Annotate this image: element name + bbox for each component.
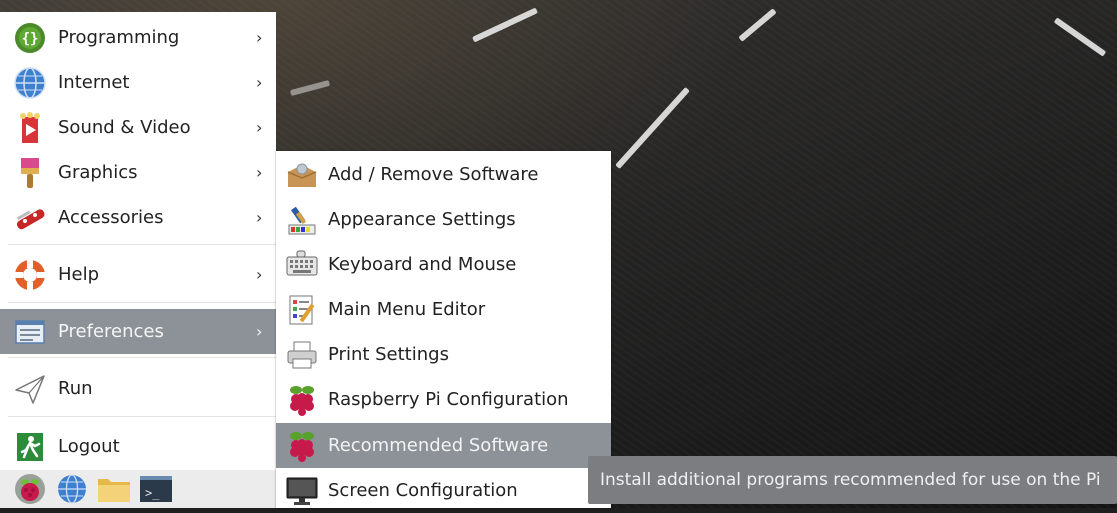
menu-item-help[interactable]: Help › [0,252,276,297]
help-icon [12,257,48,293]
submenu-item-appearance-settings[interactable]: Appearance Settings [276,197,611,242]
menu-item-label: Internet [58,72,130,93]
menu-item-label: Logout [58,436,120,457]
submenu-item-label: Print Settings [328,344,449,365]
terminal-prompt: >_ [145,486,160,500]
submenu-arrow-icon: › [256,208,263,227]
package-icon [284,157,320,193]
printer-icon [284,337,320,373]
submenu-item-label: Main Menu Editor [328,299,486,320]
svg-text:{}: {} [22,31,39,47]
submenu-item-recommended-software[interactable]: Recommended Software [276,423,611,468]
keyboard-icon [284,247,320,283]
application-menu: {} Programming › Internet › Sound & Vide… [0,12,276,470]
menu-divider [8,357,276,358]
submenu-arrow-icon: › [256,265,263,284]
menu-item-label: Graphics [58,162,138,183]
road-lane-marking [738,8,777,42]
menu-item-run[interactable]: Run [0,366,276,411]
tooltip: Install additional programs recommended … [588,456,1117,504]
submenu-item-label: Recommended Software [328,435,549,456]
submenu-item-label: Raspberry Pi Configuration [328,389,569,410]
submenu-item-add-remove-software[interactable]: Add / Remove Software [276,152,611,197]
menu-divider [8,302,276,303]
menu-item-label: Accessories [58,207,164,228]
browser-icon[interactable] [54,472,90,506]
menu-item-label: Help [58,264,100,285]
submenu-item-label: Keyboard and Mouse [328,254,517,275]
submenu-item-screen-configuration[interactable]: Screen Configuration [276,468,611,513]
submenu-arrow-icon: › [256,118,263,137]
menu-item-label: Sound & Video [58,117,191,138]
accessories-icon [12,200,48,236]
menu-item-label: Preferences [58,321,164,342]
logout-icon [12,429,48,465]
submenu-item-label: Appearance Settings [328,209,516,230]
raspberry-menu-icon[interactable] [12,472,48,506]
sound-video-icon [12,110,48,146]
menu-item-internet[interactable]: Internet › [0,60,276,105]
graphics-icon [12,155,48,191]
menu-divider [8,244,276,245]
preferences-icon [12,314,48,350]
file-manager-icon[interactable] [96,472,132,506]
road-lane-marking [472,7,538,43]
internet-icon [12,65,48,101]
raspberry-icon [284,428,320,464]
menu-item-logout[interactable]: Logout [0,424,276,469]
menu-item-programming[interactable]: {} Programming › [0,15,276,60]
submenu-arrow-icon: › [256,28,263,47]
taskbar: >_ [0,470,276,508]
programming-icon: {} [12,20,48,56]
menu-item-label: Run [58,378,93,399]
submenu-arrow-icon: › [256,163,263,182]
menu-divider [8,416,276,417]
submenu-arrow-icon: › [256,73,263,92]
menu-item-accessories[interactable]: Accessories › [0,195,276,240]
submenu-item-label: Screen Configuration [328,480,518,501]
terminal-icon[interactable]: >_ [138,472,174,506]
appearance-icon [284,202,320,238]
preferences-submenu: Add / Remove Software Appearance Setting… [276,151,611,508]
menu-item-sound-video[interactable]: Sound & Video › [0,105,276,150]
road-lane-marking [289,79,331,97]
menu-item-preferences[interactable]: Preferences › [0,309,276,354]
run-icon [12,371,48,407]
submenu-arrow-icon: › [256,322,263,341]
monitor-icon [284,473,320,509]
submenu-item-label: Add / Remove Software [328,164,539,185]
road-lane-marking [1053,17,1107,57]
submenu-item-print-settings[interactable]: Print Settings [276,332,611,377]
raspberry-icon [284,382,320,418]
submenu-item-main-menu-editor[interactable]: Main Menu Editor [276,287,611,332]
menu-item-graphics[interactable]: Graphics › [0,150,276,195]
submenu-item-keyboard-and-mouse[interactable]: Keyboard and Mouse [276,242,611,287]
submenu-item-raspberry-pi-configuration[interactable]: Raspberry Pi Configuration [276,377,611,422]
menu-item-label: Programming [58,27,180,48]
menu-editor-icon [284,292,320,328]
road-lane-marking [615,86,690,170]
